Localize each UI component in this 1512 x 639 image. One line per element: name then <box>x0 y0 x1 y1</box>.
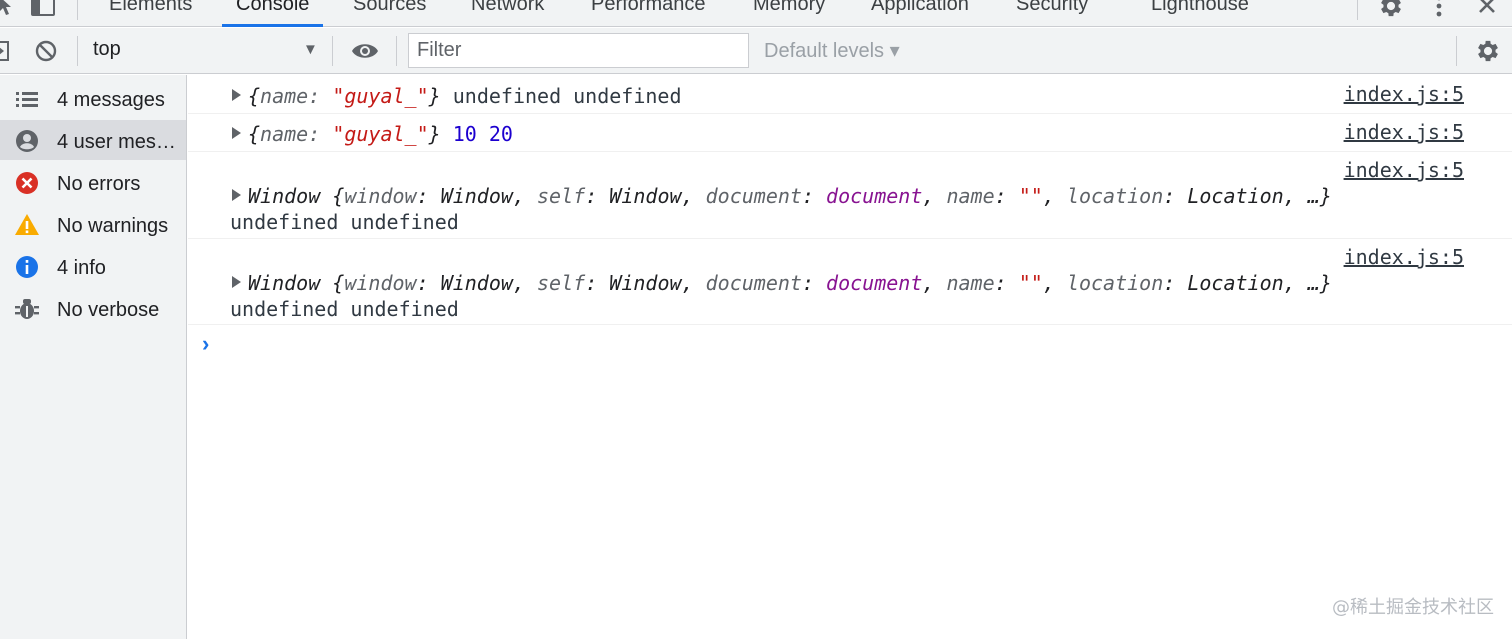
sidebar-item-warnings[interactable]: No warnings <box>0 204 186 244</box>
context-dropdown-arrow-icon[interactable]: ▼ <box>303 41 318 58</box>
toolbar-separator <box>1456 36 1457 66</box>
tab-application[interactable]: Application <box>871 0 969 27</box>
sidebar-item-label: No warnings <box>57 215 169 237</box>
tab-performance[interactable]: Performance <box>591 0 706 27</box>
warning-icon <box>14 212 40 238</box>
sidebar-item-label: 4 info <box>57 257 106 279</box>
console-settings-gear-icon[interactable] <box>1474 37 1502 70</box>
list-icon <box>14 86 40 112</box>
tab-separator <box>77 0 78 20</box>
inspect-cursor-icon[interactable] <box>0 0 14 23</box>
expand-triangle-icon[interactable] <box>232 189 241 201</box>
console-message: {name: "guyal_"} undefined undefined ind… <box>188 75 1512 114</box>
live-expression-eye-icon[interactable] <box>350 40 380 67</box>
bug-icon <box>14 296 40 322</box>
devtools-tab-strip: Elements Console Sources Network Perform… <box>0 0 1512 27</box>
tab-memory[interactable]: Memory <box>753 0 825 27</box>
console-prompt-chevron-icon[interactable]: › <box>202 331 209 357</box>
log-levels-dropdown[interactable]: Default levels ▾ <box>764 38 900 63</box>
tab-security[interactable]: Security <box>1016 0 1088 27</box>
device-toolbar-icon[interactable] <box>30 0 56 23</box>
console-messages: {name: "guyal_"} undefined undefined ind… <box>188 75 1512 639</box>
source-link[interactable]: index.js:5 <box>1344 158 1464 182</box>
expand-triangle-icon[interactable] <box>232 127 241 139</box>
sidebar-item-user-messages[interactable]: 4 user mes… <box>0 120 186 160</box>
expand-triangle-icon[interactable] <box>232 276 241 288</box>
toolbar-separator <box>396 36 397 66</box>
message-continuation: undefined undefined <box>230 210 459 234</box>
toolbar-separator <box>332 36 333 66</box>
tab-separator <box>1357 0 1358 20</box>
tab-lighthouse[interactable]: Lighthouse <box>1151 0 1249 27</box>
console-toolbar: top ▼ Default levels ▾ <box>0 28 1512 74</box>
toolbar-separator <box>77 36 78 66</box>
sidebar-item-label: 4 user mes… <box>57 131 176 153</box>
source-link[interactable]: index.js:5 <box>1344 245 1464 269</box>
tab-elements[interactable]: Elements <box>109 0 192 27</box>
clear-console-icon[interactable] <box>34 39 58 68</box>
context-select[interactable]: top <box>93 38 121 61</box>
sidebar-toggle-icon[interactable] <box>0 40 10 67</box>
sidebar-item-errors[interactable]: No errors <box>0 162 186 202</box>
user-icon <box>14 128 40 154</box>
sidebar-item-messages[interactable]: 4 messages <box>0 78 186 118</box>
expand-triangle-icon[interactable] <box>232 89 241 101</box>
tab-console[interactable]: Console <box>221 0 324 27</box>
window-object-preview: Window {window: Window, self: Window, do… <box>248 184 1332 208</box>
console-sidebar: 4 messages 4 user mes… No errors No warn… <box>0 75 187 639</box>
message-continuation: undefined undefined <box>230 297 459 321</box>
tab-network[interactable]: Network <box>471 0 544 27</box>
error-icon <box>14 170 40 196</box>
settings-gear-icon[interactable] <box>1377 0 1405 25</box>
console-message: index.js:5 Window {window: Window, self:… <box>188 152 1512 239</box>
sidebar-item-label: No errors <box>57 173 141 195</box>
message-text: {name: "guyal_"} undefined undefined <box>248 84 682 108</box>
window-object-preview: Window {window: Window, self: Window, do… <box>248 271 1332 295</box>
watermark: @稀土掘金技术社区 <box>1332 597 1494 618</box>
filter-input[interactable] <box>408 33 749 68</box>
tab-sources[interactable]: Sources <box>353 0 426 27</box>
console-message: {name: "guyal_"} 10 20 index.js:5 <box>188 114 1512 152</box>
sidebar-item-verbose[interactable]: No verbose <box>0 288 186 328</box>
message-text: {name: "guyal_"} 10 20 <box>248 122 513 146</box>
more-options-icon[interactable] <box>1431 0 1447 25</box>
sidebar-item-label: 4 messages <box>57 89 165 111</box>
info-icon <box>14 254 40 280</box>
console-input[interactable] <box>228 329 1498 359</box>
source-link[interactable]: index.js:5 <box>1344 82 1464 106</box>
sidebar-item-label: No verbose <box>57 299 160 321</box>
sidebar-item-info[interactable]: 4 info <box>0 246 186 286</box>
console-message: index.js:5 Window {window: Window, self:… <box>188 239 1512 325</box>
source-link[interactable]: index.js:5 <box>1344 120 1464 144</box>
close-icon[interactable] <box>1476 0 1498 21</box>
